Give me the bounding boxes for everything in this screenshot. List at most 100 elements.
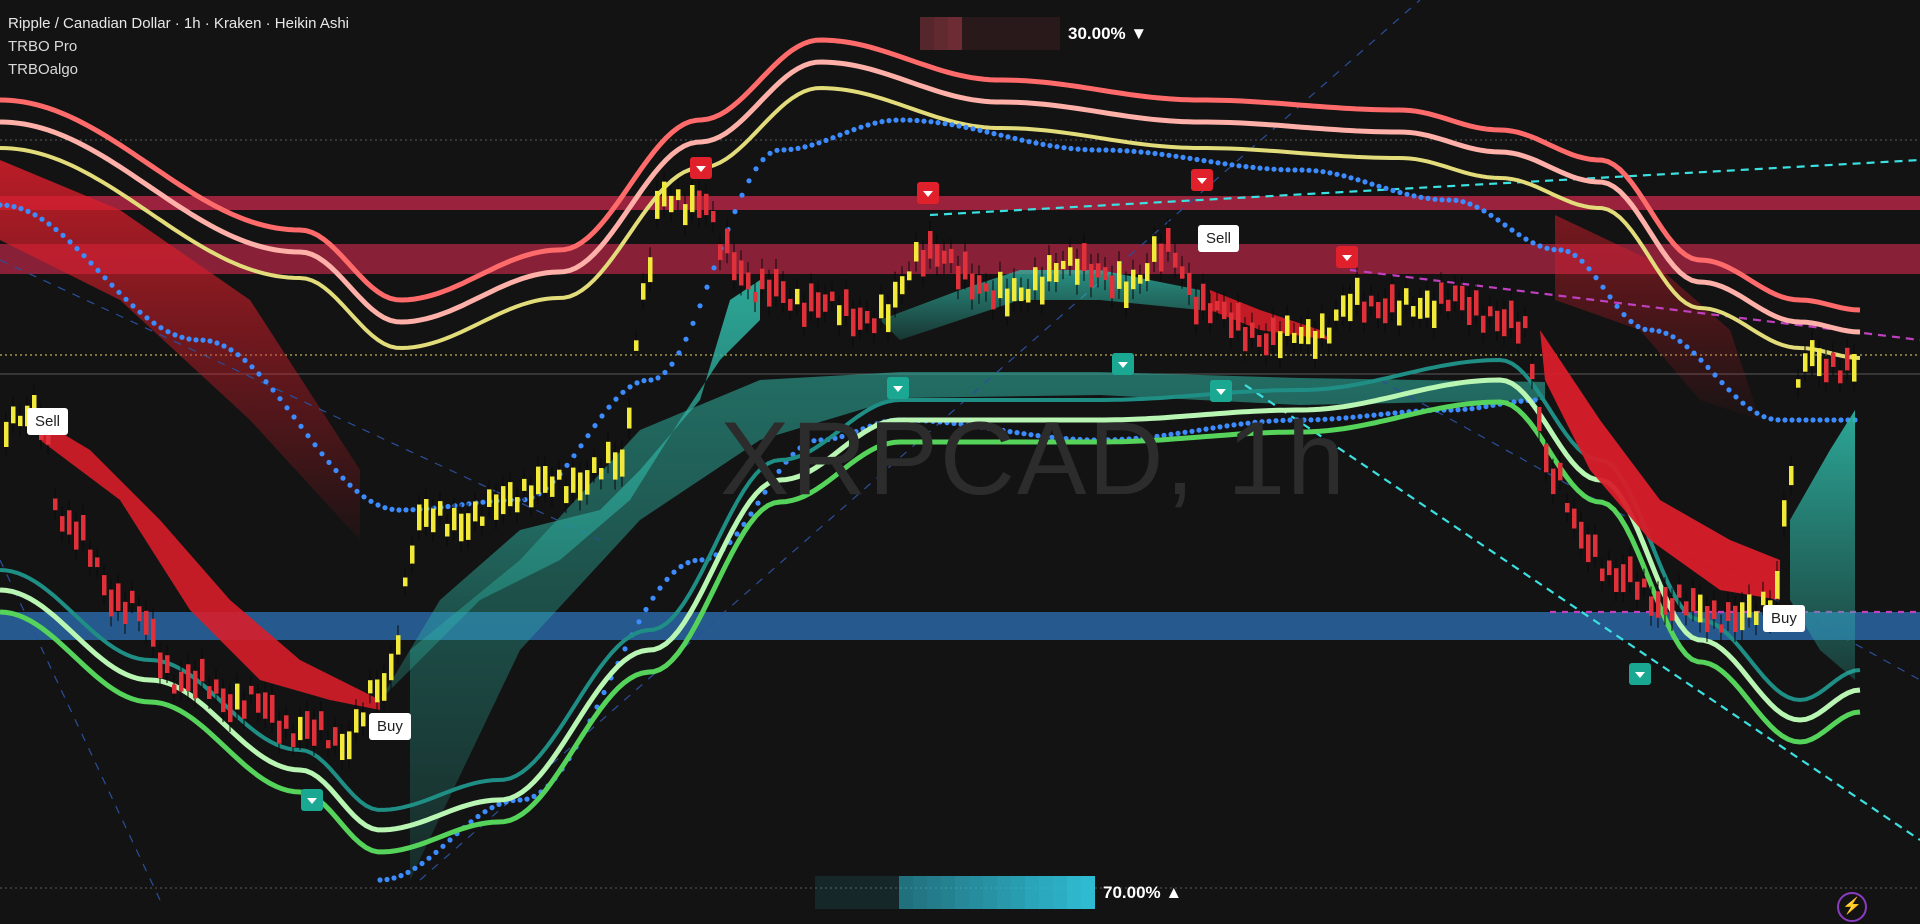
bear-candle <box>333 727 338 746</box>
bull-candle <box>613 452 618 480</box>
bear-candle <box>1502 309 1507 337</box>
bear-candle <box>172 684 177 694</box>
blue-dot <box>412 865 418 871</box>
bear-candle <box>963 251 968 280</box>
blue-dot <box>396 507 402 513</box>
bear-candle <box>1845 347 1850 371</box>
blue-dot <box>524 796 530 802</box>
blue-dot <box>1537 243 1543 249</box>
bullish-gauge: 70.00% ▲ <box>815 876 1182 909</box>
blue-dot <box>1019 137 1025 143</box>
bull-candle <box>522 478 527 491</box>
blue-dot <box>1530 240 1536 246</box>
lightning-bolt-icon[interactable]: ⚡ <box>1837 892 1867 922</box>
bear-candle <box>1110 275 1115 299</box>
blue-dot <box>137 309 143 315</box>
blue-dot <box>734 531 740 537</box>
indicator-trbo-pro[interactable]: TRBO Pro <box>8 35 349 58</box>
blue-dot <box>354 488 360 494</box>
bear-candle <box>1670 598 1675 621</box>
blue-dot <box>1705 364 1711 370</box>
blue-dot <box>669 361 675 367</box>
blue-dot <box>1131 148 1137 154</box>
blue-dot <box>312 442 318 448</box>
symbol-watermark: XRPCAD, 1h <box>720 401 1347 517</box>
bear-candle <box>1565 503 1570 513</box>
bear-candle <box>788 298 793 311</box>
chart-legend: Ripple / Canadian Dollar · 1h · Kraken ·… <box>8 12 349 81</box>
gauge-segment <box>843 876 857 909</box>
bull-candle <box>592 457 597 473</box>
bear-candle <box>1831 352 1836 367</box>
blue-dot <box>1810 417 1816 423</box>
bull-candle <box>375 679 380 703</box>
bull-candle <box>634 340 639 351</box>
bear-cloud-middle <box>1210 290 1330 340</box>
bear-candle <box>1642 578 1647 588</box>
bullish-gauge-bar <box>815 876 1095 909</box>
blue-dot <box>284 405 290 411</box>
support-zone <box>0 612 1920 640</box>
bear-candle <box>767 279 772 307</box>
gauge-segment <box>1004 17 1018 50</box>
blue-dot <box>1201 158 1207 164</box>
blue-dot <box>1425 195 1431 201</box>
gauge-segment <box>871 876 885 909</box>
bull-candle <box>11 406 16 424</box>
bull-candle <box>410 545 415 564</box>
blue-dot <box>921 118 927 124</box>
bear-candle <box>1236 302 1241 331</box>
bear-candle <box>1691 588 1696 612</box>
symbol-title[interactable]: Ripple / Canadian Dollar · 1h · Kraken ·… <box>8 12 349 35</box>
blue-dot <box>1726 387 1732 393</box>
bear-candle <box>1390 284 1395 313</box>
bear-candle <box>256 693 261 713</box>
bull-candle <box>1348 293 1353 322</box>
blue-dot <box>1173 153 1179 159</box>
bull-candle <box>389 653 394 681</box>
blue-dot <box>158 325 164 331</box>
blue-dot <box>664 576 670 583</box>
blue-dot <box>447 837 453 843</box>
blue-dot <box>830 135 836 141</box>
bull-candle <box>347 731 352 760</box>
blue-dot <box>1040 141 1046 147</box>
blue-dot <box>711 265 717 271</box>
indicator-trboalgo[interactable]: TRBOalgo <box>8 58 349 81</box>
blue-dot <box>263 379 269 385</box>
blue-dot <box>522 497 528 503</box>
bull-candle <box>368 680 373 694</box>
blue-dot <box>1670 334 1676 340</box>
blue-dot <box>1110 147 1116 153</box>
gauge-segment <box>934 17 948 50</box>
blue-dot <box>384 876 390 883</box>
blue-dot <box>1285 167 1291 173</box>
blue-dot <box>571 453 577 459</box>
gauge-segment <box>976 17 990 50</box>
bull-candle <box>606 441 611 464</box>
bull-candle <box>1005 288 1010 317</box>
blue-dot <box>1089 147 1095 153</box>
bull-candle <box>1019 287 1024 302</box>
blue-dot <box>270 387 276 393</box>
bull-candle <box>382 673 387 701</box>
blue-dot <box>893 117 899 123</box>
bull-candle <box>1803 353 1808 372</box>
blue-dot <box>1026 139 1032 145</box>
bear-candle <box>1369 295 1374 307</box>
bull-candle <box>480 516 485 526</box>
blue-dot <box>214 340 220 346</box>
bull-candle <box>998 271 1003 299</box>
bear-candle <box>809 283 814 312</box>
bear-candle <box>1663 587 1668 615</box>
blue-dot <box>1761 414 1767 420</box>
blue-dot <box>1460 199 1466 205</box>
blue-dot <box>368 498 374 504</box>
bear-candle <box>1159 243 1164 272</box>
bear-candle <box>1257 335 1262 347</box>
buy-label-right: Buy <box>1763 605 1805 632</box>
bear-candle <box>753 292 758 303</box>
bull-candle <box>543 466 548 493</box>
blue-dot <box>466 501 472 507</box>
blue-dot <box>620 389 626 395</box>
